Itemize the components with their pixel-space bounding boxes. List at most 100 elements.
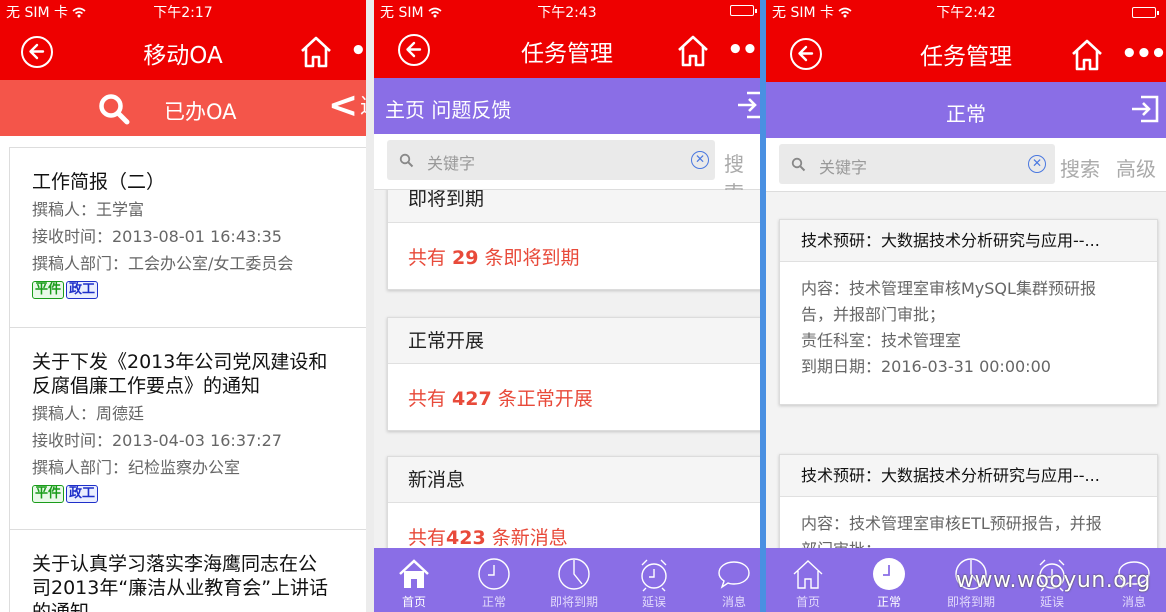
exit-icon[interactable]: [736, 90, 760, 120]
tab-normal[interactable]: 正常: [454, 548, 534, 612]
more-menu-button[interactable]: •••: [727, 37, 760, 63]
status-bar: 无 SIM 下午2:43: [374, 0, 760, 22]
tab-delayed[interactable]: 延误: [614, 548, 694, 612]
more-menu-button[interactable]: •••: [350, 38, 366, 64]
card-summary: 共有 29 条即将到期: [408, 247, 580, 269]
task-card[interactable]: 技术预研：大数据技术分析研究与应用--... 内容：技术管理室审核MySQL集群…: [779, 219, 1158, 405]
search-input[interactable]: 关键字 ✕: [387, 140, 715, 180]
task-due-date: 到期日期：2016-03-31 00:00:00: [801, 357, 1051, 376]
search-icon[interactable]: [98, 93, 130, 125]
search-icon: [399, 153, 414, 168]
return-link[interactable]: <返: [328, 88, 366, 124]
nav-bar: 移动OA •••: [0, 24, 366, 80]
item-title: 关于下发《2013年公司党风建设和反腐倡廉工作要点》的通知: [32, 351, 328, 397]
phone-oa-done-list: 无 SIM 卡 下午2:17 移动OA ••• 已办OA <返 工作简报（二） …: [0, 0, 366, 612]
item-author: 撰稿人：周德廷: [32, 404, 145, 423]
clock-icon: [873, 558, 905, 590]
status-time: 下午2:17: [153, 5, 213, 21]
document-list: 工作简报（二） 撰稿人：王学富 接收时间：2013-08-01 16:43:35…: [9, 147, 366, 612]
item-title: 关于认真学习落实李海鹰同志在公司2013年“廉洁从业教育会”上讲话的通知: [32, 553, 329, 612]
clock-icon: [478, 558, 510, 590]
card-count: 29: [452, 247, 479, 269]
search-button[interactable]: 搜索: [1060, 153, 1100, 182]
tab-messages[interactable]: 消息: [694, 548, 760, 612]
card-header: 新消息: [388, 457, 760, 503]
task-department: 责任科室：技术管理室: [801, 331, 962, 350]
search-row: 关键字 ✕ 搜索 高级: [766, 138, 1166, 192]
item-author: 撰稿人：王学富: [32, 200, 145, 219]
status-time: 下午2:42: [936, 5, 996, 21]
chevron-left-icon: <: [328, 85, 359, 126]
timer-icon: [558, 558, 590, 590]
card-messages[interactable]: 新消息 共有423 条新消息: [387, 456, 760, 548]
category-tag: 政工: [66, 281, 99, 299]
category-tag: 政工: [66, 485, 99, 503]
advanced-search-button[interactable]: 高级: [1116, 153, 1156, 182]
item-tags: 平件 政工: [32, 278, 366, 304]
category-bar: 正常: [766, 82, 1166, 138]
nav-bar: 任务管理 •••: [374, 22, 760, 78]
chat-bubble-icon: [718, 561, 750, 589]
watermark: www.wooyun.org: [956, 568, 1151, 593]
phone-task-list: 无 SIM 卡 下午2:42 任务管理 ••• 正常 关键字 ✕ 搜索 高级 技…: [766, 0, 1166, 612]
item-department: 撰稿人部门：工会办公室/女工委员会: [32, 254, 294, 273]
item-department: 撰稿人部门：纪检监察办公室: [32, 458, 241, 477]
item-tags: 平件 政工: [32, 482, 366, 508]
category-title: 正常: [946, 102, 986, 126]
phone-task-dashboard: 无 SIM 下午2:43 任务管理 ••• 主页 问题反馈 关键字 ✕ 搜索 即…: [374, 0, 760, 612]
divider: [366, 0, 374, 612]
battery-icon: [1132, 7, 1159, 18]
task-content-cont: 告，并报部门审批；: [801, 305, 946, 324]
breadcrumb[interactable]: 主页 问题反馈: [385, 94, 511, 123]
search-placeholder: 关键字: [819, 158, 868, 177]
sub-title: 已办OA: [164, 100, 237, 124]
list-item[interactable]: 关于认真学习落实李海鹰同志在公司2013年“廉洁从业教育会”上讲话的通知: [10, 530, 366, 612]
tab-home[interactable]: 首页: [374, 548, 454, 612]
card-header: 即将到期: [388, 190, 760, 223]
status-bar: 无 SIM 卡 下午2:17: [0, 0, 366, 24]
tab-expiring[interactable]: 即将到期: [534, 548, 614, 612]
card-count: 423: [446, 527, 486, 548]
search-input[interactable]: 关键字 ✕: [779, 144, 1055, 184]
priority-tag: 平件: [32, 485, 65, 503]
tab-bar: 首页 正常 即将到期 延误 消息: [374, 548, 760, 612]
clear-icon[interactable]: ✕: [691, 151, 709, 169]
list-item[interactable]: 关于下发《2013年公司党风建设和反腐倡廉工作要点》的通知 撰稿人：周德廷 接收…: [10, 328, 366, 530]
item-title: 工作简报（二）: [32, 171, 166, 193]
search-placeholder: 关键字: [427, 154, 476, 173]
clear-icon[interactable]: ✕: [1028, 155, 1046, 173]
home-icon: [399, 559, 429, 588]
exit-icon[interactable]: [1130, 94, 1160, 124]
card-summary: 共有 427 条正常开展: [408, 388, 593, 410]
home-icon[interactable]: [676, 34, 710, 68]
list-item[interactable]: 工作简报（二） 撰稿人：王学富 接收时间：2013-08-01 16:43:35…: [10, 148, 366, 328]
status-time: 下午2:43: [537, 5, 597, 21]
nav-bar: 任务管理 •••: [766, 24, 1166, 82]
home-icon[interactable]: [299, 35, 333, 69]
item-received-time: 接收时间：2013-04-03 16:37:27: [32, 431, 282, 450]
card-header: 正常开展: [388, 318, 760, 364]
search-icon: [791, 157, 806, 172]
more-menu-button[interactable]: •••: [1121, 41, 1166, 67]
card-summary: 共有423 条新消息: [408, 527, 568, 548]
breadcrumb-bar: 主页 问题反馈: [374, 78, 760, 134]
task-title: 技术预研：大数据技术分析研究与应用--...: [780, 455, 1157, 497]
tab-normal[interactable]: 正常: [849, 548, 929, 612]
summary-cards: 即将到期 共有 29 条即将到期 正常开展 共有 427 条正常开展 新消息 共…: [374, 190, 760, 548]
battery-icon: [730, 5, 757, 16]
task-body: 内容：技术管理室审核MySQL集群预研报 告，并报部门审批； 责任科室：技术管理…: [780, 262, 1157, 380]
task-content: 内容：技术管理室审核MySQL集群预研报: [801, 279, 1096, 298]
tab-home[interactable]: 首页: [768, 548, 848, 612]
card-normal[interactable]: 正常开展 共有 427 条正常开展: [387, 317, 760, 431]
home-icon: [793, 560, 823, 589]
task-title: 技术预研：大数据技术分析研究与应用--...: [780, 220, 1157, 262]
card-count: 427: [452, 388, 492, 410]
sub-header: 已办OA <返: [0, 80, 366, 136]
priority-tag: 平件: [32, 281, 65, 299]
alarm-clock-icon: [641, 559, 667, 592]
item-received-time: 接收时间：2013-08-01 16:43:35: [32, 227, 282, 246]
page-title: 任务管理: [920, 44, 1012, 70]
home-icon[interactable]: [1070, 38, 1104, 72]
search-row: 关键字 ✕ 搜索: [374, 134, 760, 205]
card-expiring[interactable]: 即将到期 共有 29 条即将到期: [387, 190, 760, 290]
